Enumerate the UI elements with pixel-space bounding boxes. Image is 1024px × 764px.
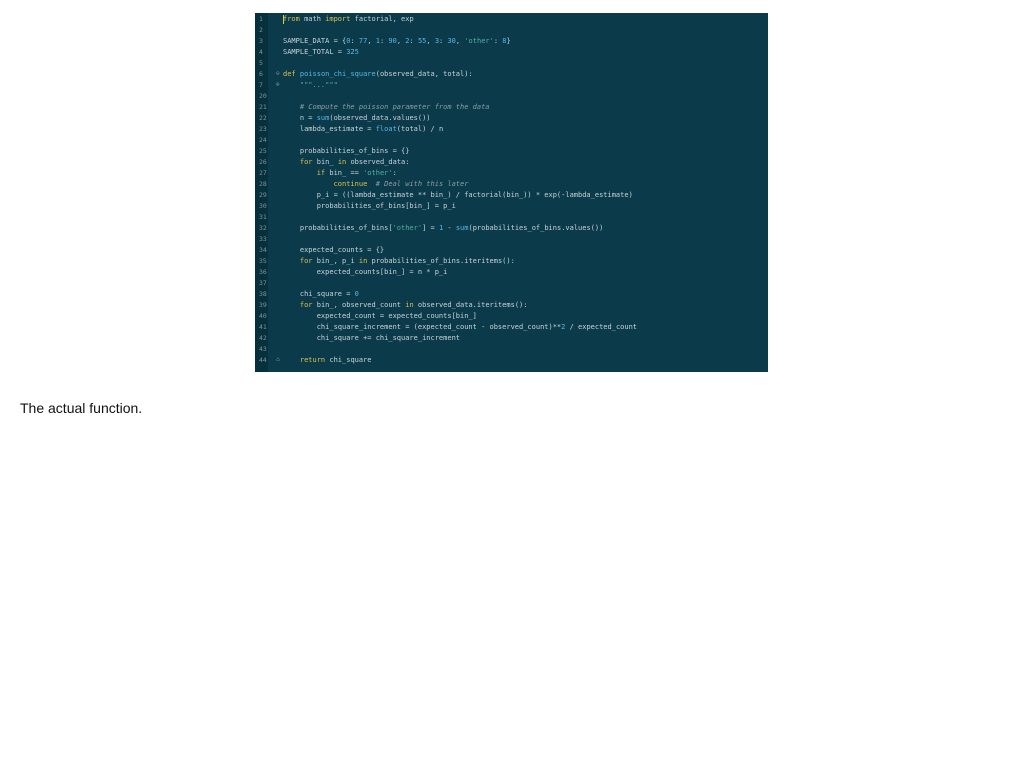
code-text: expected_count = expected_counts[bin_] — [283, 312, 477, 320]
code-editor[interactable]: 1 from math import factorial, exp 2 3 SAMPLE… — [255, 13, 768, 372]
line-number: 42 — [259, 334, 267, 342]
line-number: 20 — [259, 92, 267, 100]
code-text: # Compute the poisson parameter from the… — [299, 103, 490, 111]
line-number: 41 — [259, 323, 267, 331]
code-line[interactable]: 27 if bin_ == 'other': — [255, 168, 768, 179]
line-number: 36 — [259, 268, 267, 276]
fold-toggle-icon[interactable]: ⊕ — [276, 81, 282, 89]
code-text: """...""" — [299, 81, 338, 89]
line-number: 38 — [259, 290, 267, 298]
line-number: 6 — [259, 70, 263, 78]
code-line[interactable]: 22 n = sum(observed_data.values()) — [255, 113, 768, 124]
code-line[interactable]: 4 SAMPLE_TOTAL = 325 — [255, 47, 768, 58]
code-line[interactable]: 3 SAMPLE_DATA = {0: 77, 1: 90, 2: 55, 3: … — [255, 36, 768, 47]
line-number: 34 — [259, 246, 267, 254]
code-line[interactable]: 26 for bin_ in observed_data: — [255, 157, 768, 168]
code-text: chi_square = 0 — [283, 290, 359, 298]
line-number: 21 — [259, 103, 267, 111]
code-text: for bin_, observed_count in observed_dat… — [299, 301, 528, 309]
code-line[interactable]: 5 — [255, 58, 768, 69]
code-text: from math import factorial, exp — [283, 15, 414, 23]
line-number: 29 — [259, 191, 267, 199]
code-text: expected_counts[bin_] = n * p_i — [283, 268, 448, 276]
line-number: 3 — [259, 37, 263, 45]
code-text: p_i = ((lambda_estimate ** bin_) / facto… — [283, 191, 633, 199]
code-line[interactable]: 36 expected_counts[bin_] = n * p_i — [255, 267, 768, 278]
line-number: 44 — [259, 356, 267, 364]
line-number: 24 — [259, 136, 267, 144]
code-line[interactable]: 35 for bin_, p_i in probabilities_of_bin… — [255, 256, 768, 267]
code-text: continue # Deal with this later — [333, 180, 469, 188]
line-number: 2 — [259, 26, 263, 34]
code-line[interactable]: 23 lambda_estimate = float(total) / n — [255, 124, 768, 135]
code-text: SAMPLE_TOTAL = 325 — [283, 48, 359, 56]
code-line[interactable]: 43 — [255, 344, 768, 355]
code-text: for bin_ in observed_data: — [299, 158, 410, 166]
line-number: 1 — [259, 15, 263, 23]
code-line[interactable]: 40 expected_count = expected_counts[bin_… — [255, 311, 768, 322]
code-text: SAMPLE_DATA = {0: 77, 1: 90, 2: 55, 3: 3… — [283, 37, 511, 45]
line-number: 37 — [259, 279, 267, 287]
code-line[interactable]: 37 — [255, 278, 768, 289]
code-line[interactable]: 32 probabilities_of_bins['other'] = 1 - … — [255, 223, 768, 234]
code-line[interactable]: 1 from math import factorial, exp — [255, 14, 768, 25]
code-text: return chi_square — [299, 356, 372, 364]
code-text: chi_square += chi_square_increment — [283, 334, 461, 342]
code-line[interactable]: 29 p_i = ((lambda_estimate ** bin_) / fa… — [255, 190, 768, 201]
code-line[interactable]: 20 — [255, 91, 768, 102]
code-line[interactable]: 28 continue # Deal with this later — [255, 179, 768, 190]
line-number: 40 — [259, 312, 267, 320]
line-number: 33 — [259, 235, 267, 243]
code-text: probabilities_of_bins = {} — [283, 147, 410, 155]
code-line[interactable]: 24 — [255, 135, 768, 146]
code-text: probabilities_of_bins[bin_] = p_i — [283, 202, 456, 210]
code-text: def poisson_chi_square(observed_data, to… — [283, 70, 473, 78]
code-line[interactable]: 34 expected_counts = {} — [255, 245, 768, 256]
line-number: 32 — [259, 224, 267, 232]
line-number: 26 — [259, 158, 267, 166]
line-number: 31 — [259, 213, 267, 221]
fold-toggle-icon[interactable]: ⊖ — [276, 70, 282, 78]
line-number: 28 — [259, 180, 267, 188]
line-number: 5 — [259, 59, 263, 67]
line-number: 39 — [259, 301, 267, 309]
code-line[interactable]: 38 chi_square = 0 — [255, 289, 768, 300]
fold-toggle-icon[interactable]: ⌂ — [276, 356, 282, 364]
code-line[interactable]: 2 — [255, 25, 768, 36]
code-area[interactable]: 1 from math import factorial, exp 2 3 SAMPLE… — [255, 14, 768, 366]
code-line[interactable]: 39 for bin_, observed_count in observed_… — [255, 300, 768, 311]
line-number: 27 — [259, 169, 267, 177]
code-line[interactable]: 7 ⊕ """...""" — [255, 80, 768, 91]
code-line[interactable]: 6 ⊖ def poisson_chi_square(observed_data, … — [255, 69, 768, 80]
line-number: 30 — [259, 202, 267, 210]
code-text: probabilities_of_bins['other'] = 1 - sum… — [283, 224, 604, 232]
line-number: 25 — [259, 147, 267, 155]
code-text: lambda_estimate = float(total) / n — [283, 125, 444, 133]
line-number: 4 — [259, 48, 263, 56]
code-line[interactable]: 44 ⌂ return chi_square — [255, 355, 768, 366]
line-number: 43 — [259, 345, 267, 353]
code-line[interactable]: 30 probabilities_of_bins[bin_] = p_i — [255, 201, 768, 212]
code-line[interactable]: 42 chi_square += chi_square_increment — [255, 333, 768, 344]
line-number: 22 — [259, 114, 267, 122]
code-line[interactable]: 31 — [255, 212, 768, 223]
code-text: chi_square_increment = (expected_count -… — [283, 323, 638, 331]
line-number: 7 — [259, 81, 263, 89]
code-line[interactable]: 33 — [255, 234, 768, 245]
code-text: expected_counts = {} — [283, 246, 385, 254]
line-number: 23 — [259, 125, 267, 133]
line-number: 35 — [259, 257, 267, 265]
code-line[interactable]: 25 probabilities_of_bins = {} — [255, 146, 768, 157]
code-text: if bin_ == 'other': — [316, 169, 397, 177]
code-text: for bin_, p_i in probabilities_of_bins.i… — [299, 257, 515, 265]
code-line[interactable]: 41 chi_square_increment = (expected_coun… — [255, 322, 768, 333]
code-text: n = sum(observed_data.values()) — [283, 114, 431, 122]
code-line[interactable]: 21 # Compute the poisson parameter from … — [255, 102, 768, 113]
slide-caption: The actual function. — [20, 400, 143, 416]
